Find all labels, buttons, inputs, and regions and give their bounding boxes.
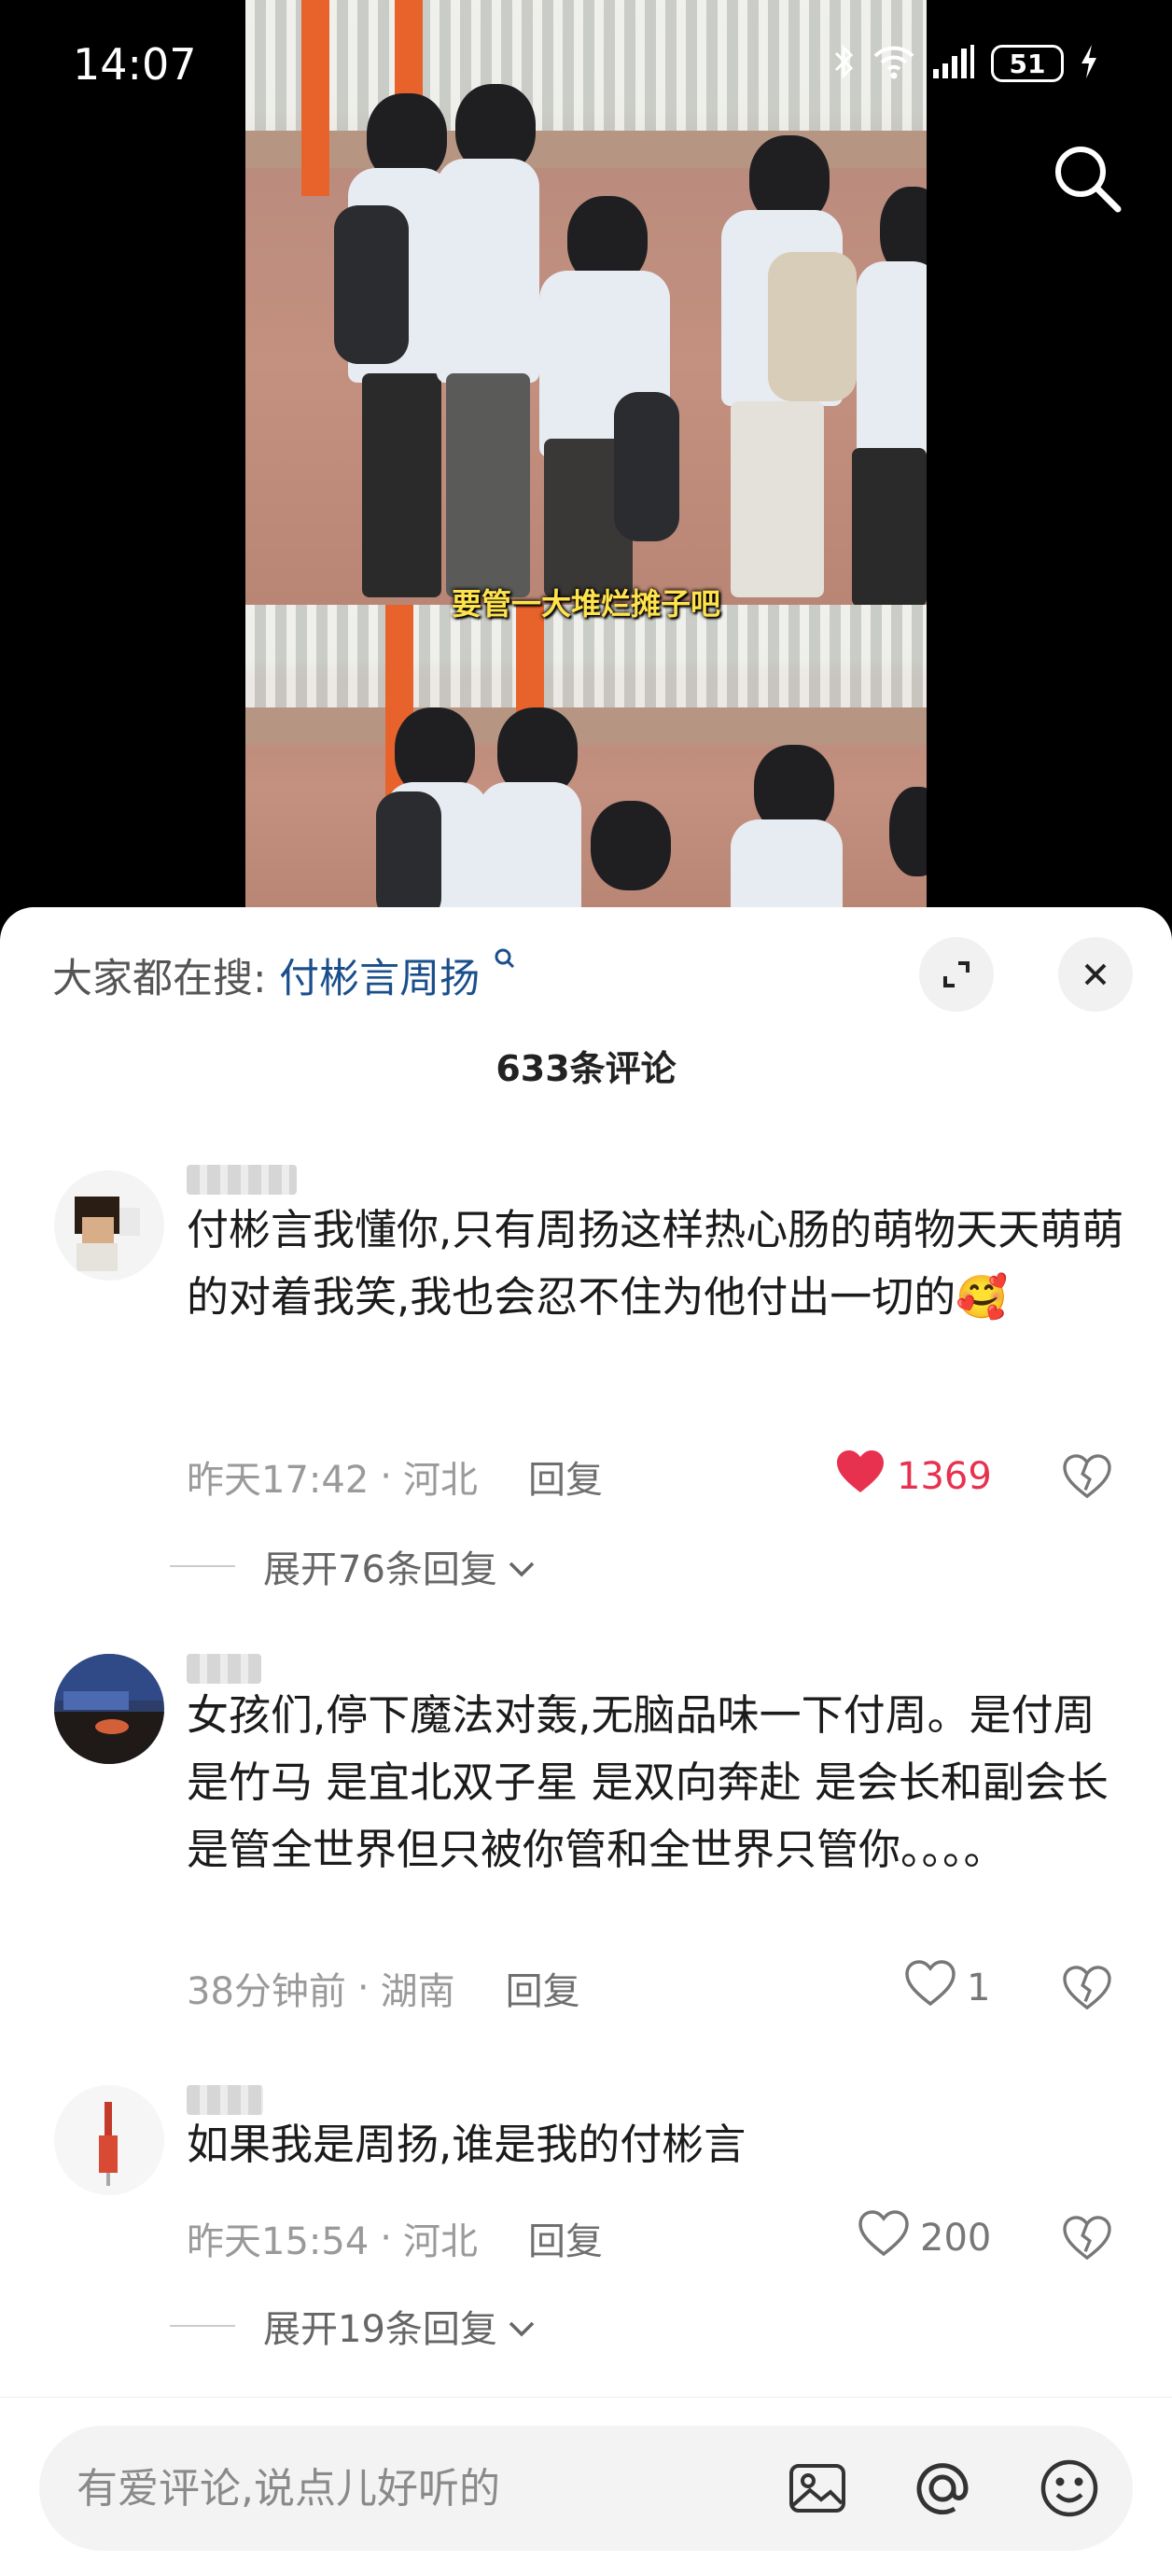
chevron-down-icon bbox=[507, 1545, 537, 1588]
username-blurred[interactable] bbox=[187, 1654, 261, 1684]
expand-replies-button[interactable]: 展开19条回复 bbox=[170, 2298, 537, 2354]
expand-icon[interactable] bbox=[919, 937, 994, 1012]
comment-meta: 38分钟前 · 湖南 回复 bbox=[187, 1960, 580, 2016]
comment-location: 河北 bbox=[403, 2220, 478, 2263]
video-player[interactable]: 要管一大堆烂摊子吧 bbox=[0, 0, 1172, 910]
at-icon[interactable] bbox=[911, 2457, 974, 2520]
reply-button[interactable]: 回复 bbox=[528, 2211, 603, 2265]
comment-location: 河北 bbox=[403, 1459, 478, 1502]
broken-heart-icon[interactable] bbox=[1058, 2210, 1116, 2266]
search-suggestion-prefix: 大家都在搜: bbox=[52, 956, 267, 1002]
comment-count: 633条评论 bbox=[495, 1048, 677, 1089]
like-count: 1369 bbox=[897, 1455, 992, 1498]
comment-text: 如果我是周扬,谁是我的付彬言 bbox=[187, 2120, 746, 2169]
reply-button[interactable]: 回复 bbox=[528, 1449, 603, 1504]
broken-heart-icon[interactable] bbox=[1058, 1960, 1116, 2016]
avatar[interactable] bbox=[54, 1654, 164, 1764]
expand-replies-button[interactable]: 展开76条回复 bbox=[170, 1538, 537, 1594]
heart-icon bbox=[835, 1449, 886, 1505]
comment-time: 38分钟前 bbox=[187, 1970, 346, 2013]
heart-icon bbox=[858, 2210, 909, 2266]
like-count: 1 bbox=[967, 1967, 991, 2009]
wifi-icon bbox=[872, 43, 916, 84]
comment-input[interactable] bbox=[77, 2426, 786, 2551]
comment-input-bar bbox=[0, 2397, 1172, 2576]
video-frame: 要管一大堆烂摊子吧 bbox=[245, 0, 927, 910]
comment-input-box[interactable] bbox=[39, 2426, 1133, 2551]
comment-meta: 昨天15:54 · 河北 回复 bbox=[187, 2210, 603, 2266]
expand-replies-label: 展开76条回复 bbox=[263, 1548, 497, 1591]
like-button[interactable]: 200 bbox=[858, 2210, 991, 2266]
comment-text: 女孩们,停下魔法对轰,无脑品味一下付周。是付周 是竹马 是宜北双子星 是双向奔赴… bbox=[187, 1690, 1109, 1874]
comment-meta: 昨天17:42 · 河北 回复 bbox=[187, 1449, 603, 1505]
search-suggestion-keyword[interactable]: 付彬言周扬 bbox=[279, 956, 480, 1002]
small-search-icon bbox=[493, 948, 517, 1002]
username-blurred[interactable] bbox=[187, 1165, 297, 1195]
avatar[interactable] bbox=[54, 2085, 164, 2195]
bluetooth-icon bbox=[832, 43, 857, 84]
search-suggestion[interactable]: 大家都在搜: 付彬言周扬 bbox=[52, 946, 517, 1004]
charging-icon bbox=[1079, 43, 1099, 84]
battery-indicator: 51 bbox=[991, 45, 1064, 82]
comment-location: 湖南 bbox=[380, 1970, 455, 2013]
status-bar: 14:07 51 bbox=[0, 0, 1172, 131]
image-icon[interactable] bbox=[786, 2457, 849, 2520]
comment-text: 付彬言我懂你,只有周扬这样热心肠的萌物天天萌萌的对着我笑,我也会忍不住为他付出一… bbox=[187, 1205, 1124, 1322]
chevron-down-icon bbox=[507, 2304, 537, 2347]
like-count: 200 bbox=[920, 2217, 992, 2260]
video-subtitle: 要管一大堆烂摊子吧 bbox=[451, 586, 720, 622]
broken-heart-icon[interactable] bbox=[1058, 1449, 1116, 1505]
like-button[interactable]: 1 bbox=[905, 1960, 990, 2016]
like-button[interactable]: 1369 bbox=[835, 1449, 992, 1505]
status-icons: 51 bbox=[832, 43, 1099, 84]
emoji-icon[interactable] bbox=[1038, 2457, 1101, 2520]
comment-time: 昨天17:42 bbox=[187, 1459, 370, 1502]
expand-replies-label: 展开19条回复 bbox=[263, 2308, 497, 2351]
reply-button[interactable]: 回复 bbox=[506, 1961, 580, 2015]
video-scene-bottom bbox=[245, 605, 927, 910]
heart-icon bbox=[905, 1960, 956, 2016]
signal-icon bbox=[931, 43, 976, 84]
avatar[interactable] bbox=[54, 1170, 164, 1281]
close-icon[interactable] bbox=[1058, 937, 1133, 1012]
comments-panel: 大家都在搜: 付彬言周扬 633条评论 付彬言我懂你,只有周扬这样热心肠的萌物天… bbox=[0, 907, 1172, 2576]
comment-time: 昨天15:54 bbox=[187, 2220, 370, 2263]
status-time: 14:07 bbox=[73, 39, 197, 90]
search-icon[interactable] bbox=[1047, 138, 1127, 218]
